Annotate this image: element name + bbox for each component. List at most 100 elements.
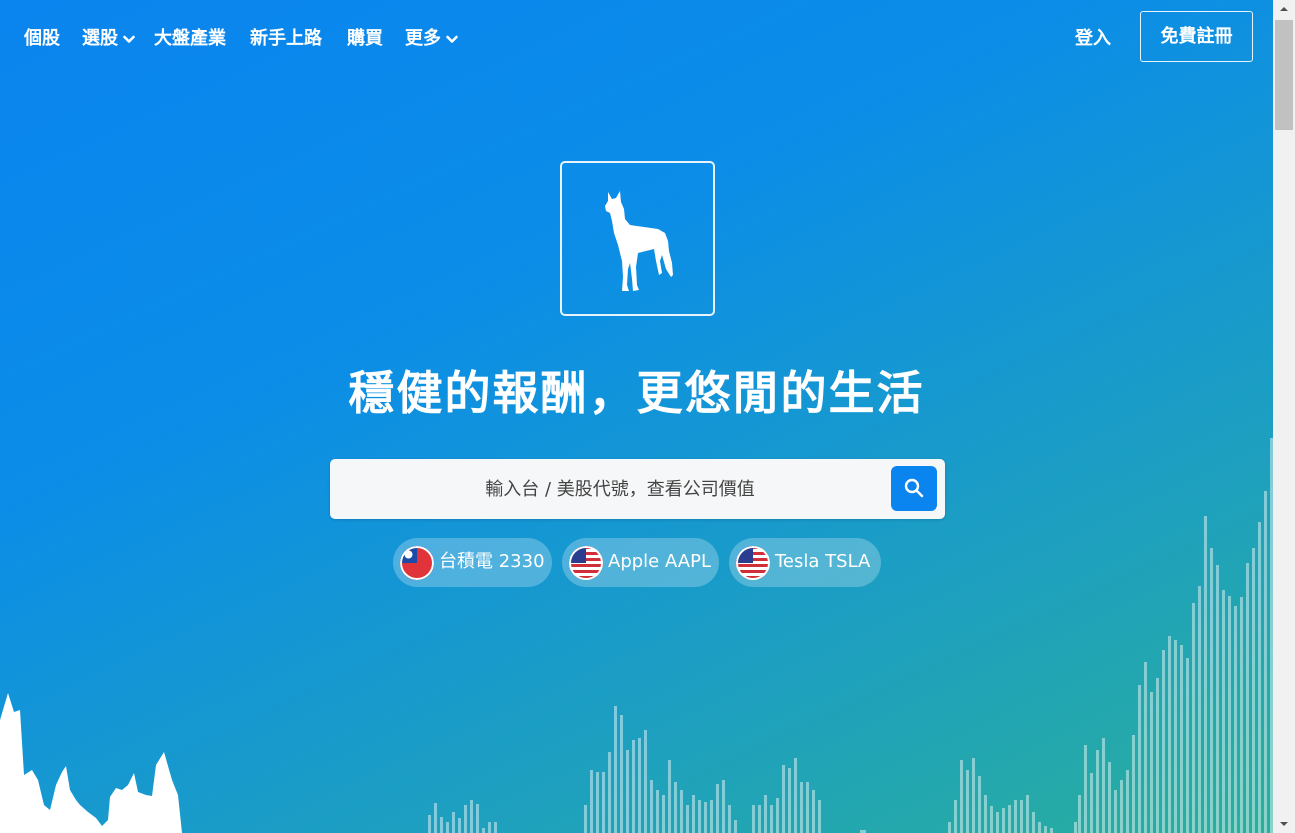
decorative-bar (770, 805, 773, 833)
decorative-bar (596, 772, 599, 833)
decorative-bar (680, 790, 683, 833)
decorative-bar (1002, 808, 1005, 833)
decorative-bar (608, 752, 611, 833)
nav-item-purchase[interactable]: 購買 (347, 26, 383, 52)
decorative-bar (614, 706, 617, 833)
nav-item-label: 個股 (24, 28, 60, 49)
nav-item-screener[interactable]: 選股 (82, 26, 136, 52)
scroll-down-arrow-icon[interactable] (1273, 815, 1295, 833)
login-link[interactable]: 登入 (1075, 26, 1111, 52)
decorative-bar (1180, 645, 1183, 833)
decorative-bar (626, 750, 629, 833)
decorative-bar (452, 812, 455, 833)
decorative-bar (1020, 800, 1023, 833)
decorative-bar (1014, 800, 1017, 833)
decorative-bar (1198, 586, 1201, 833)
decorative-bar (1108, 762, 1111, 833)
decorative-bar (692, 795, 695, 833)
decorative-bar (1038, 822, 1041, 833)
decorative-bar (734, 820, 737, 833)
decorative-bar (954, 800, 957, 833)
decorative-bar (1192, 603, 1195, 833)
decorative-bar (1120, 780, 1123, 833)
decorative-bar (458, 818, 461, 833)
decorative-bar (1168, 636, 1171, 833)
decorative-bar (812, 790, 815, 833)
brand-logo[interactable] (560, 161, 715, 316)
decorative-bar (990, 806, 993, 833)
hero-headline: 穩健的報酬，更悠閒的生活 (348, 366, 925, 420)
decorative-bar (434, 803, 437, 833)
nav-item-getting-started[interactable]: 新手上路 (250, 26, 322, 52)
decorative-bar (1044, 826, 1047, 833)
decorative-bar (428, 815, 431, 833)
search-button[interactable] (891, 466, 937, 511)
decorative-bar (488, 822, 491, 833)
decorative-bar (1090, 773, 1093, 833)
decorative-bar (788, 768, 791, 833)
decorative-bar (978, 776, 981, 833)
decorative-bar (1096, 750, 1099, 833)
scrollbar-thumb[interactable] (1275, 20, 1293, 130)
nav-item-label: 新手上路 (250, 28, 322, 49)
decorative-bar (1174, 640, 1177, 833)
decorative-bar (698, 800, 701, 833)
search-input[interactable] (330, 459, 900, 519)
nav-item-market-industry[interactable]: 大盤產業 (154, 26, 226, 52)
nav-item-label: 選股 (82, 28, 118, 49)
decorative-bar (710, 800, 713, 833)
decorative-bar (716, 784, 719, 833)
decorative-bar (446, 822, 449, 833)
decorative-bar (984, 795, 987, 833)
decorative-bar (602, 772, 605, 833)
decorative-bar (794, 758, 797, 833)
decorative-bar (464, 805, 467, 833)
us-flag-icon (569, 546, 603, 580)
nav-item-label: 大盤產業 (154, 28, 226, 49)
decorative-bar (590, 770, 593, 833)
decorative-bar (800, 782, 803, 833)
decorative-bar (1246, 563, 1249, 833)
decorative-bar (662, 795, 665, 833)
top-nav: 個股 選股 大盤產業 新手上路 購買 更多 登入 免費註冊 (0, 0, 1273, 76)
decorative-bar (632, 740, 635, 833)
decorative-bar (1032, 812, 1035, 833)
scroll-up-arrow-icon[interactable] (1273, 0, 1295, 18)
decorative-bar (1210, 548, 1213, 833)
quick-pick-tsmc[interactable]: 台積電 2330 (393, 538, 552, 587)
decorative-bar (776, 798, 779, 833)
decorative-bar (668, 760, 671, 833)
decorative-bar (1252, 548, 1255, 833)
nav-item-label: 購買 (347, 28, 383, 49)
signup-button[interactable]: 免費註冊 (1140, 11, 1253, 62)
quick-pick-aapl[interactable]: Apple AAPL (562, 538, 719, 587)
decorative-bar (764, 795, 767, 833)
decorative-bar (584, 805, 587, 833)
decorative-bar (482, 828, 485, 833)
decorative-bar (1216, 565, 1219, 833)
nav-item-more[interactable]: 更多 (405, 26, 459, 52)
taiwan-flag-icon (400, 546, 434, 580)
decorative-bar (1264, 491, 1267, 833)
decorative-bar (650, 780, 653, 833)
us-flag-icon (736, 546, 770, 580)
decorative-bar (1222, 590, 1225, 833)
decorative-bar (782, 765, 785, 833)
decorative-bar (1102, 738, 1105, 833)
decorative-bar (1186, 658, 1189, 833)
decorative-bar (476, 804, 479, 833)
decorative-bar (704, 802, 707, 833)
decorative-bar (686, 805, 689, 833)
decorative-bar (656, 790, 659, 833)
decorative-bar (1228, 596, 1231, 833)
nav-item-stocks[interactable]: 個股 (24, 26, 60, 52)
decorative-bar (1084, 745, 1087, 833)
quick-pick-tsla[interactable]: Tesla TSLA (729, 538, 881, 587)
quick-pick-label: Tesla TSLA (775, 551, 871, 572)
decorative-bar (1240, 597, 1243, 833)
decorative-bar (1078, 795, 1081, 833)
vertical-scrollbar[interactable] (1273, 0, 1295, 833)
decorative-bar (1204, 516, 1207, 833)
decorative-bar (1074, 822, 1077, 833)
decorative-bar (440, 817, 443, 833)
